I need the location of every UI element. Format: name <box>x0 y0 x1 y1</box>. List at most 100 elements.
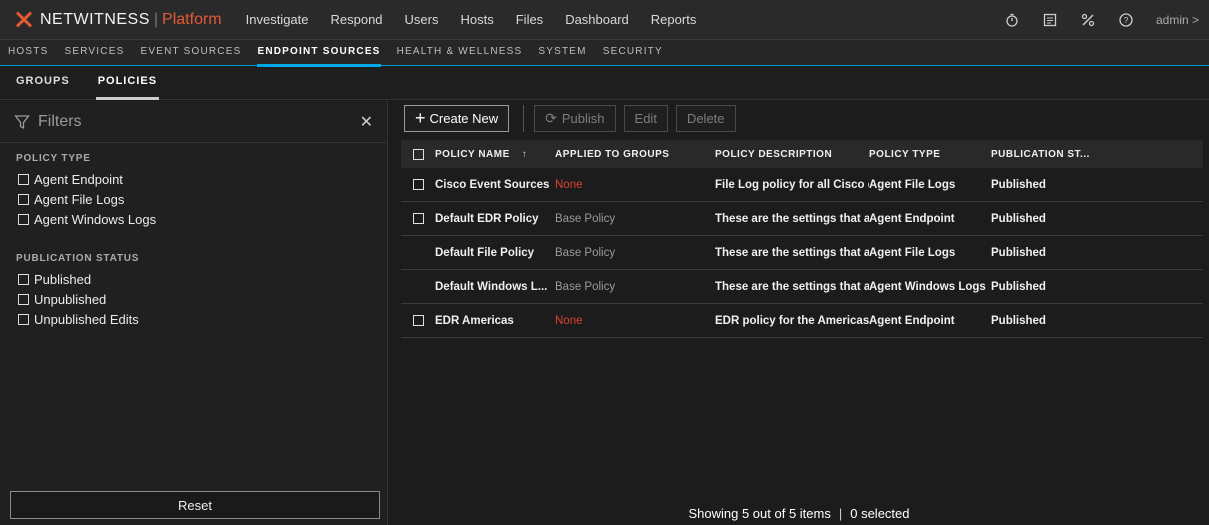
applied-groups: Base Policy <box>555 280 616 293</box>
policy-type: Agent Endpoint <box>869 314 955 327</box>
filters-header: Filters ✕ <box>0 101 387 143</box>
admin-subnav: HOSTS SERVICES EVENT SOURCES ENDPOINT SO… <box>0 40 1209 67</box>
policy-name[interactable]: Cisco Event Sources <box>435 179 549 191</box>
column-policy-description[interactable]: POLICY DESCRIPTION <box>709 149 869 160</box>
subnav-health-wellness[interactable]: HEALTH & WELLNESS <box>397 40 523 66</box>
policy-name[interactable]: Default EDR Policy <box>435 213 549 225</box>
sort-ascending-icon[interactable]: ↑ <box>522 149 528 160</box>
user-menu[interactable]: admin > <box>1156 13 1199 27</box>
policy-type: Agent File Logs <box>869 246 956 259</box>
table-footer: Showing 5 out of 5 items | 0 selected <box>389 501 1209 525</box>
filter-agent-file-logs[interactable]: Agent File Logs <box>16 189 387 209</box>
table-header: POLICY NAME ↑ APPLIED TO GROUPS POLICY DE… <box>401 140 1203 168</box>
help-icon[interactable]: ? <box>1118 12 1134 28</box>
policies-table: POLICY NAME ↑ APPLIED TO GROUPS POLICY DE… <box>401 140 1203 338</box>
plus-icon: + <box>415 108 426 128</box>
row-checkbox-cell <box>401 315 435 326</box>
row-checkbox[interactable] <box>412 179 424 190</box>
create-new-button[interactable]: + Create New <box>404 104 510 132</box>
checkbox-icon[interactable] <box>18 273 29 285</box>
publication-status: Published <box>991 178 1046 191</box>
table-row[interactable]: Default File Policy Base Policy These ar… <box>401 236 1203 270</box>
nav-users[interactable]: Users <box>405 12 439 27</box>
column-applied-to-groups[interactable]: APPLIED TO GROUPS <box>549 149 709 160</box>
netwitness-logo-icon <box>14 10 34 30</box>
filters-title: Filters <box>38 112 82 130</box>
checkbox-icon[interactable] <box>18 293 29 305</box>
policy-type: Agent Endpoint <box>869 212 955 225</box>
checkbox-icon[interactable] <box>18 313 29 325</box>
applied-groups: Base Policy <box>555 212 616 225</box>
publication-status: Published <box>991 212 1046 225</box>
edit-button[interactable]: Edit <box>623 104 668 132</box>
subnav-endpoint-sources[interactable]: ENDPOINT SOURCES <box>257 40 381 67</box>
nav-files[interactable]: Files <box>516 12 543 27</box>
filter-funnel-icon <box>14 114 30 130</box>
checkbox-icon[interactable] <box>18 173 29 185</box>
row-checkbox[interactable] <box>412 315 424 326</box>
row-checkbox[interactable] <box>412 213 424 224</box>
subnav-event-sources[interactable]: EVENT SOURCES <box>140 40 241 66</box>
subnav-system[interactable]: SYSTEM <box>538 40 586 66</box>
tab-groups[interactable]: GROUPS <box>16 67 70 100</box>
column-policy-name[interactable]: POLICY NAME ↑ <box>435 149 549 160</box>
reset-button[interactable]: Reset <box>10 491 380 519</box>
column-policy-type[interactable]: POLICY TYPE <box>869 149 991 160</box>
checkbox-icon[interactable] <box>18 213 29 225</box>
table-row[interactable]: EDR Americas None EDR policy for the Ame… <box>401 304 1203 338</box>
close-filters-icon[interactable]: ✕ <box>360 112 373 132</box>
filter-section-title: PUBLICATION STATUS <box>16 253 140 264</box>
publish-button[interactable]: ⟳ Publish <box>534 104 616 132</box>
policy-name[interactable]: Default File Policy <box>435 247 549 259</box>
table-row[interactable]: Default EDR Policy Base Policy These are… <box>401 202 1203 236</box>
footer-divider: | <box>838 505 843 521</box>
main-nav: Investigate Respond Users Hosts Files Da… <box>246 0 719 40</box>
publication-status: Published <box>991 314 1046 327</box>
refresh-icon: ⟳ <box>545 109 557 126</box>
nav-reports[interactable]: Reports <box>651 12 697 27</box>
policy-name[interactable]: Default Windows L... <box>435 281 549 293</box>
filter-published[interactable]: Published <box>16 269 387 289</box>
nav-respond[interactable]: Respond <box>331 12 383 27</box>
subnav-hosts[interactable]: HOSTS <box>8 40 48 66</box>
table-row[interactable]: Cisco Event Sources None File Log policy… <box>401 168 1203 202</box>
nav-dashboard[interactable]: Dashboard <box>565 12 629 27</box>
tools-icon[interactable] <box>1080 12 1096 28</box>
policy-description: These are the settings that a... <box>715 246 869 259</box>
nav-investigate[interactable]: Investigate <box>246 12 309 27</box>
row-checkbox-cell <box>401 213 435 224</box>
subnav-security[interactable]: SECURITY <box>603 40 663 66</box>
subnav-services[interactable]: SERVICES <box>64 40 124 66</box>
selected-count: 0 selected <box>850 505 910 521</box>
column-publication-status[interactable]: PUBLICATION ST... <box>991 149 1191 160</box>
policy-type: Agent File Logs <box>869 178 956 191</box>
policy-name[interactable]: EDR Americas <box>435 315 549 327</box>
brand-name: NETWITNESS <box>40 10 150 28</box>
checkbox-icon[interactable] <box>18 193 29 205</box>
applied-groups: None <box>555 178 583 191</box>
delete-button[interactable]: Delete <box>675 104 736 132</box>
publication-status: Published <box>991 280 1046 293</box>
logo[interactable]: NETWITNESS | Platform <box>14 0 222 40</box>
nav-hosts[interactable]: Hosts <box>461 12 494 27</box>
notes-icon[interactable] <box>1042 12 1058 28</box>
select-all-checkbox[interactable] <box>412 148 424 160</box>
filter-agent-windows-logs[interactable]: Agent Windows Logs <box>16 209 387 229</box>
table-row[interactable]: Default Windows L... Base Policy These a… <box>401 270 1203 304</box>
policies-main: + Create New ⟳ Publish Edit Delete POLIC… <box>389 101 1209 525</box>
filter-agent-endpoint[interactable]: Agent Endpoint <box>16 169 387 189</box>
applied-groups: None <box>555 314 583 327</box>
filter-unpublished[interactable]: Unpublished <box>16 289 387 309</box>
top-bar: NETWITNESS | Platform Investigate Respon… <box>0 0 1209 40</box>
policy-type: Agent Windows Logs <box>869 280 986 293</box>
policy-description: File Log policy for all Cisco d... <box>715 178 869 191</box>
section-tabs: GROUPS POLICIES <box>0 67 1209 100</box>
timer-icon[interactable] <box>1004 12 1020 28</box>
filter-policy-type-section: POLICY TYPE Agent Endpoint Agent File Lo… <box>0 153 387 329</box>
select-all-cell <box>401 148 435 160</box>
svg-text:?: ? <box>1124 16 1129 25</box>
product-name: Platform <box>162 10 222 28</box>
tab-policies[interactable]: POLICIES <box>95 67 160 100</box>
filter-unpublished-edits[interactable]: Unpublished Edits <box>16 309 387 329</box>
applied-groups: Base Policy <box>555 246 616 259</box>
